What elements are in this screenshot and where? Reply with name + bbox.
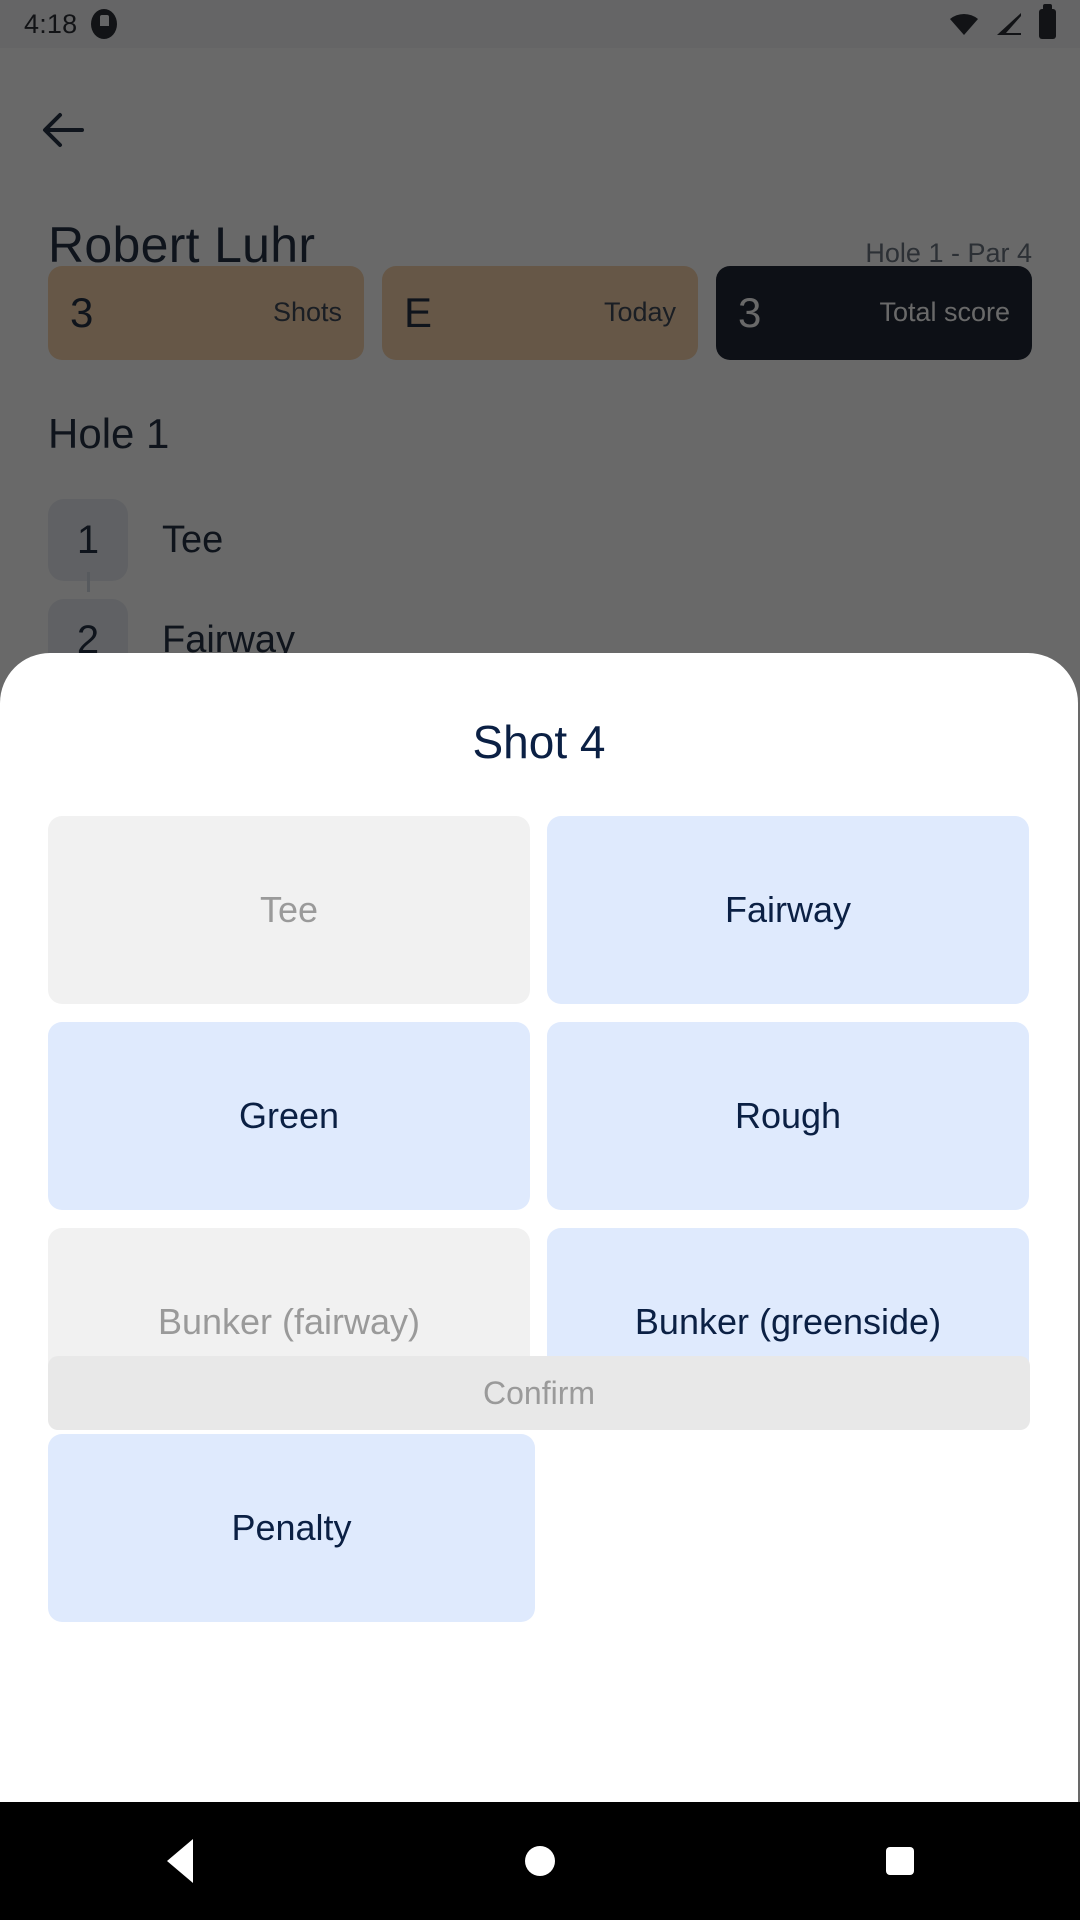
back-triangle-icon bbox=[167, 1839, 193, 1883]
nav-back-button[interactable] bbox=[0, 1839, 360, 1883]
confirm-button[interactable]: Confirm bbox=[48, 1356, 1030, 1430]
nav-home-button[interactable] bbox=[360, 1846, 720, 1876]
recents-square-icon bbox=[886, 1847, 914, 1875]
lie-option-tee[interactable]: Tee bbox=[48, 816, 530, 1004]
lie-option-green[interactable]: Green bbox=[48, 1022, 530, 1210]
home-circle-icon bbox=[525, 1846, 555, 1876]
lie-option-penalty[interactable]: Penalty bbox=[48, 1434, 535, 1622]
screen-root: 4:18 Robert Luhr bbox=[0, 0, 1080, 1920]
lie-options-grid: Tee Fairway Green Rough Bunker (fairway)… bbox=[48, 816, 1030, 1622]
nav-recents-button[interactable] bbox=[720, 1847, 1080, 1875]
lie-option-fairway[interactable]: Fairway bbox=[547, 816, 1029, 1004]
lie-option-rough[interactable]: Rough bbox=[547, 1022, 1029, 1210]
shot-lie-bottom-sheet: Shot 4 Tee Fairway Green Rough Bunker (f… bbox=[0, 653, 1078, 1802]
sheet-title: Shot 4 bbox=[472, 716, 606, 768]
android-nav-bar bbox=[0, 1802, 1080, 1920]
